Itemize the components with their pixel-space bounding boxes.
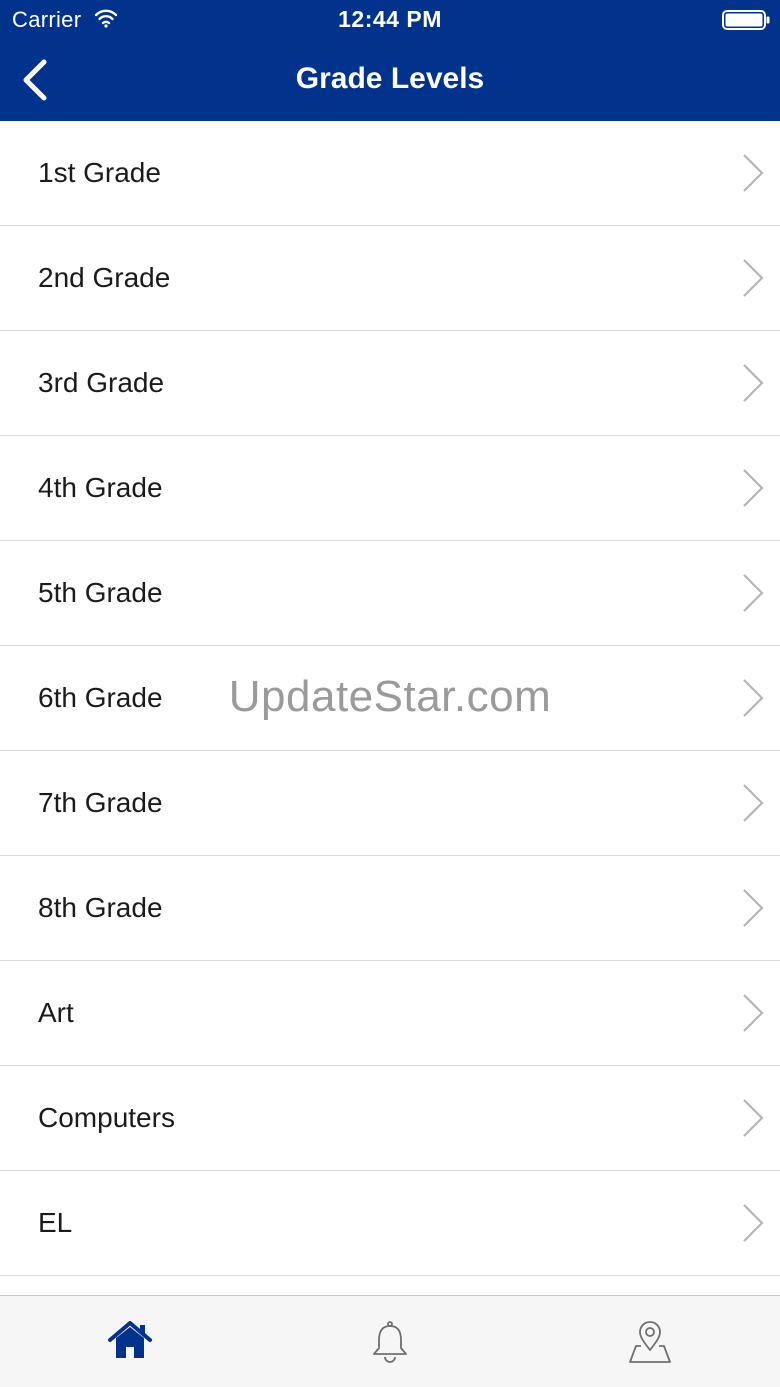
bell-icon: [373, 1321, 407, 1363]
chevron-right-icon: [743, 994, 764, 1032]
chevron-right-icon: [743, 784, 764, 822]
back-button[interactable]: [10, 52, 60, 108]
list-item-label: Computers: [38, 1102, 175, 1133]
chevron-right-icon: [743, 679, 764, 717]
screen: Carrier 12:44 PM Grade Levels 1st Grade …: [0, 0, 780, 1387]
list-item[interactable]: Computers: [0, 1066, 780, 1171]
tab-home[interactable]: [0, 1296, 260, 1387]
chevron-right-icon: [743, 259, 764, 297]
list-item[interactable]: 8th Grade: [0, 856, 780, 961]
list-item[interactable]: 1st Grade: [0, 121, 780, 226]
list-item[interactable]: 7th Grade: [0, 751, 780, 856]
chevron-right-icon: [743, 364, 764, 402]
list-item-label: 5th Grade: [38, 577, 163, 608]
list-item-label: 8th Grade: [38, 892, 163, 923]
map-pin-icon: [629, 1321, 671, 1363]
tab-notifications[interactable]: [260, 1296, 520, 1387]
list-item[interactable]: 2nd Grade: [0, 226, 780, 331]
home-icon: [108, 1321, 152, 1358]
list-item-label: 7th Grade: [38, 787, 163, 818]
list-item[interactable]: 3rd Grade: [0, 331, 780, 436]
list-item[interactable]: EL: [0, 1171, 780, 1276]
list-item[interactable]: 5th Grade: [0, 541, 780, 646]
tab-bar: [0, 1295, 780, 1387]
page-title: Grade Levels: [295, 62, 485, 95]
list-item-label: 3rd Grade: [38, 367, 165, 398]
status-time: 12:44 PM: [338, 6, 442, 32]
chevron-right-icon: [743, 1204, 764, 1242]
chevron-right-icon: [743, 889, 764, 927]
list-item-label: 6th Grade: [38, 682, 163, 713]
header: Carrier 12:44 PM Grade Levels: [0, 0, 780, 121]
battery-icon: [722, 10, 770, 30]
list-item-label: 2nd Grade: [38, 262, 171, 293]
list-item-label: Art: [38, 997, 74, 1028]
navigation-bar: Grade Levels: [0, 40, 780, 121]
chevron-right-icon: [743, 469, 764, 507]
chevron-right-icon: [743, 574, 764, 612]
chevron-left-icon: [23, 59, 47, 101]
list-item-label: EL: [38, 1207, 73, 1238]
list-item[interactable]: Art: [0, 961, 780, 1066]
list-item[interactable]: 4th Grade: [0, 436, 780, 541]
chevron-right-icon: [743, 154, 764, 192]
list-item-partial[interactable]: [0, 1276, 780, 1295]
list-item-label: 4th Grade: [38, 472, 163, 503]
status-bar: Carrier 12:44 PM: [0, 0, 780, 40]
list-item[interactable]: 6th Grade: [0, 646, 780, 751]
tab-locations[interactable]: [520, 1296, 780, 1387]
grade-level-list: 1st Grade 2nd Grade 3rd Grade 4th Grade …: [0, 121, 780, 1295]
list-item-label: 1st Grade: [38, 157, 161, 188]
chevron-right-icon: [743, 1099, 764, 1137]
